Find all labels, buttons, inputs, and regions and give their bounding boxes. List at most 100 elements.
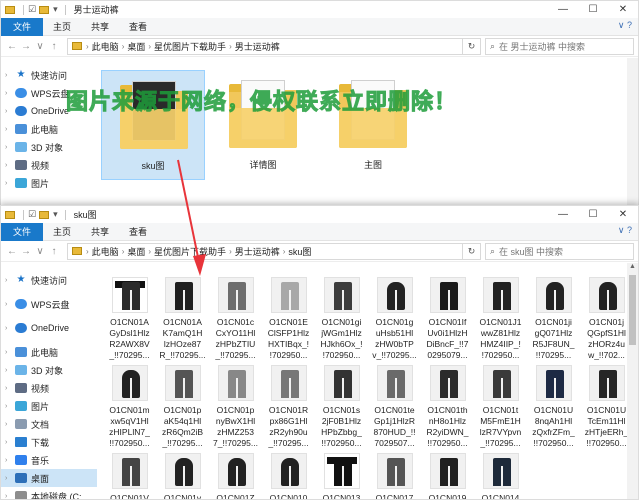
file-item[interactable]: O1CN01J1 wwZ81Hlz HMZ4IIP_! !702950... (474, 277, 527, 361)
nav-item-quick-access[interactable]: › ★ 快速访问 (1, 66, 97, 84)
nav-item-videos[interactable]: › 视频 (1, 156, 97, 174)
chevron-right-icon[interactable]: › (148, 247, 151, 256)
tab-home[interactable]: 主页 (43, 18, 81, 36)
nav-item-local-disk-c[interactable]: › 本地磁盘 (C: (1, 487, 97, 499)
breadcrumb-segment[interactable]: 此电脑 (92, 40, 119, 53)
file-item[interactable]: O1CN01Z (209, 453, 262, 499)
nav-item-pictures[interactable]: › 图片 (1, 397, 97, 415)
close-button[interactable]: ✕ (608, 206, 638, 223)
chevron-right-icon[interactable]: › (283, 247, 286, 256)
expand-icon[interactable]: › (5, 144, 15, 151)
chevron-right-icon[interactable]: › (122, 42, 125, 51)
file-item[interactable]: O1CN01U 8nqAh1Hl zQxfrZFm_ !!702950... (527, 365, 580, 449)
expand-icon[interactable]: › (5, 493, 15, 500)
nav-item-documents[interactable]: › 文档 (1, 415, 97, 433)
forward-icon[interactable]: → (19, 246, 33, 257)
file-item[interactable]: O1CN01th nH8o1Hlz R2yiDWN_ !!702950... (421, 365, 474, 449)
file-item[interactable]: O1CN019 (421, 453, 474, 499)
back-icon[interactable]: ← (5, 41, 19, 52)
expand-icon[interactable]: › (5, 439, 15, 446)
breadcrumb[interactable]: › 此电脑 › 桌面 › 星优图片下载助手 › 男士运动裤 (67, 37, 463, 55)
breadcrumb-segment[interactable]: 此电脑 (92, 245, 119, 258)
file-item[interactable]: O1CN014 (474, 453, 527, 499)
file-item[interactable]: O1CN01te Gp1j1HlzR 870HUD_!! 7029507... (368, 365, 421, 449)
expand-icon[interactable]: › (5, 421, 15, 428)
breadcrumb-segment[interactable]: 星优图片下载助手 (154, 40, 226, 53)
file-item[interactable]: O1CN01gi jWGm1Hlz HJkh6Ox_! !702950... (315, 277, 368, 361)
chevron-right-icon[interactable]: › (86, 42, 89, 51)
expand-icon[interactable]: › (5, 301, 15, 308)
file-item[interactable]: O1CN01p nyBwX1Hl zHMZ253 7_!!70295... (209, 365, 262, 449)
file-item[interactable]: O1CN013 (315, 453, 368, 499)
expand-icon[interactable]: › (5, 126, 15, 133)
chevron-right-icon[interactable]: › (229, 42, 232, 51)
recent-locations-icon[interactable]: ∨ (33, 246, 47, 257)
help-icon[interactable]: ∨ ? (618, 225, 632, 236)
nav-item-desktop[interactable]: › 桌面 (1, 469, 97, 487)
file-item[interactable]: O1CN01A GyDsl1Hlz R2AWX8V _!!70295... (103, 277, 156, 361)
breadcrumb-segment[interactable]: 男士运动裤 (235, 40, 280, 53)
file-item[interactable]: O1CN01g uHsb51Hl zHW0bTP v_!!70295... (368, 277, 421, 361)
nav-item-downloads[interactable]: › 下载 (1, 433, 97, 451)
expand-icon[interactable]: › (5, 475, 15, 482)
file-item[interactable]: O1CN01E ClSFP1Hlz HXTIBqx_! !702950... (262, 277, 315, 361)
breadcrumb-segment[interactable]: 男士运动裤 (235, 245, 280, 258)
file-item[interactable]: O1CN01p aK54q1Hl zR6Qm2iB _!!70295... (156, 365, 209, 449)
minimize-button[interactable]: — (548, 206, 578, 223)
maximize-button[interactable]: ☐ (578, 1, 608, 18)
tab-view[interactable]: 查看 (119, 223, 157, 241)
refresh-icon[interactable]: ↻ (463, 37, 481, 55)
minimize-button[interactable]: — (548, 1, 578, 18)
nav-item-pictures[interactable]: › 图片 (1, 174, 97, 192)
nav-item-wps-cloud[interactable]: › WPS云盘 (1, 295, 97, 313)
chevron-right-icon[interactable]: › (86, 247, 89, 256)
expand-icon[interactable]: › (5, 90, 15, 97)
back-icon[interactable]: ← (5, 246, 19, 257)
breadcrumb-segment[interactable]: 桌面 (127, 40, 145, 53)
chevron-right-icon[interactable]: › (122, 247, 125, 256)
properties-icon[interactable]: ☑ (28, 209, 36, 220)
breadcrumb[interactable]: › 此电脑 › 桌面 › 星优图片下载助手 › 男士运动裤 › sku图 (67, 242, 463, 260)
expand-icon[interactable]: › (5, 162, 15, 169)
breadcrumb-segment[interactable]: sku图 (288, 245, 311, 258)
vertical-scrollbar[interactable] (627, 58, 638, 209)
file-item[interactable]: O1CN01V (103, 453, 156, 499)
nav-item-videos[interactable]: › 视频 (1, 379, 97, 397)
forward-icon[interactable]: → (19, 41, 33, 52)
new-folder-icon[interactable] (39, 5, 50, 14)
file-item[interactable]: O1CN01c CxYO11Hl zHPbZTIU _!!70295... (209, 277, 262, 361)
quick-access-toolbar-dropdown-icon[interactable]: ▾ (53, 209, 58, 220)
expand-icon[interactable]: › (5, 180, 15, 187)
nav-item-3d-objects[interactable]: › 3D 对象 (1, 138, 97, 156)
recent-locations-icon[interactable]: ∨ (33, 41, 47, 52)
expand-icon[interactable]: › (5, 325, 15, 332)
breadcrumb-segment[interactable]: 星优图片下载助手 (154, 245, 226, 258)
file-item[interactable]: O1CN01If Uv0i1HlzH DiBncF_!!7 0295079... (421, 277, 474, 361)
refresh-icon[interactable]: ↻ (463, 242, 481, 260)
file-item[interactable]: O1CN01j QGpfS1Hl zHORz4u w_!!702... (580, 277, 633, 361)
nav-item-3d-objects[interactable]: › 3D 对象 (1, 361, 97, 379)
expand-icon[interactable]: › (5, 457, 15, 464)
file-item[interactable]: O1CN01A K7amQ1H lzHOze87 R_!!70295... (156, 277, 209, 361)
chevron-right-icon[interactable]: › (148, 42, 151, 51)
close-button[interactable]: ✕ (608, 1, 638, 18)
tab-share[interactable]: 共享 (81, 223, 119, 241)
nav-item-quick-access[interactable]: › ★ 快速访问 (1, 271, 97, 289)
vertical-scrollbar[interactable]: ▲ (627, 263, 638, 499)
expand-icon[interactable]: › (5, 108, 15, 115)
file-item[interactable]: O1CN01s 2jF0B1Hlz HPbZbbg_ !!702950... (315, 365, 368, 449)
nav-item-onedrive[interactable]: › OneDrive (1, 319, 97, 337)
scrollbar-thumb[interactable] (629, 275, 636, 345)
tab-share[interactable]: 共享 (81, 18, 119, 36)
chevron-right-icon[interactable]: › (229, 247, 232, 256)
file-item[interactable]: O1CN01ji gQ071Hlz R5JF8UN_ !!70295... (527, 277, 580, 361)
file-item[interactable]: O1CN017 (368, 453, 421, 499)
tab-view[interactable]: 查看 (119, 18, 157, 36)
expand-icon[interactable]: › (5, 277, 15, 284)
help-icon[interactable]: ∨ ? (618, 20, 632, 31)
nav-item-this-pc[interactable]: › 此电脑 (1, 343, 97, 361)
file-item[interactable]: O1CN010 (262, 453, 315, 499)
nav-item-music[interactable]: › 音乐 (1, 451, 97, 469)
up-icon[interactable]: ↑ (47, 246, 61, 257)
quick-access-toolbar-dropdown-icon[interactable]: ▾ (53, 4, 58, 15)
